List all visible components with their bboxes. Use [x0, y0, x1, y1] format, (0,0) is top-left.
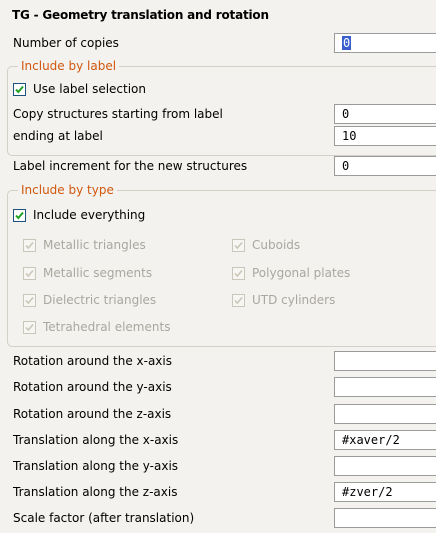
card-title: TG - Geometry translation and rotation: [12, 8, 269, 22]
checkmark-icon: [23, 238, 36, 252]
use-label-selection-checkbox[interactable]: Use label selection: [13, 82, 146, 96]
checkmark-icon: [13, 208, 26, 222]
number-of-copies-input[interactable]: 0: [334, 33, 436, 53]
checkmark-icon: [23, 320, 36, 334]
rotation-y-input[interactable]: [334, 377, 436, 397]
label-increment-input[interactable]: 0: [334, 156, 436, 176]
rotation-z-label: Rotation around the z-axis: [13, 407, 172, 421]
checkmark-icon: [232, 238, 245, 252]
include-everything-label: Include everything: [33, 208, 146, 222]
utd-cylinders-checkbox[interactable]: UTD cylinders: [232, 293, 335, 307]
rotation-z-input[interactable]: [334, 404, 436, 424]
metallic-segments-label: Metallic segments: [43, 266, 153, 280]
include-everything-checkbox[interactable]: Include everything: [13, 208, 145, 222]
translation-x-input[interactable]: #xaver/2: [334, 430, 436, 450]
polygonal-plates-checkbox[interactable]: Polygonal plates: [232, 266, 350, 280]
rotation-x-label: Rotation around the x-axis: [13, 354, 172, 368]
translation-y-input[interactable]: [334, 456, 436, 476]
label-increment-label: Label increment for the new structures: [13, 159, 248, 173]
checkmark-icon: [13, 82, 26, 96]
scale-factor-label: Scale factor (after translation): [13, 511, 195, 525]
dielectric-triangles-checkbox[interactable]: Dielectric triangles: [23, 293, 156, 307]
checkmark-icon: [23, 293, 36, 307]
copy-start-input[interactable]: 0: [334, 104, 436, 124]
include-by-type-title: Include by type: [18, 183, 117, 197]
ending-at-input[interactable]: 10: [334, 126, 436, 146]
include-by-label-title: Include by label: [18, 59, 120, 73]
use-label-selection-label: Use label selection: [33, 82, 147, 96]
polygonal-plates-label: Polygonal plates: [252, 266, 351, 280]
checkmark-icon: [232, 293, 245, 307]
cuboids-label: Cuboids: [252, 238, 301, 252]
copy-start-label: Copy structures starting from label: [13, 107, 223, 121]
scale-factor-input[interactable]: [334, 508, 436, 528]
rotation-y-label: Rotation around the y-axis: [13, 380, 172, 394]
tetrahedral-elements-label: Tetrahedral elements: [43, 320, 171, 334]
cuboids-checkbox[interactable]: Cuboids: [232, 238, 300, 252]
rotation-x-input[interactable]: [334, 351, 436, 371]
metallic-triangles-checkbox[interactable]: Metallic triangles: [23, 238, 146, 252]
metallic-triangles-label: Metallic triangles: [43, 238, 146, 252]
number-of-copies-value: 0: [342, 36, 352, 50]
tetrahedral-elements-checkbox[interactable]: Tetrahedral elements: [23, 320, 170, 334]
translation-z-input[interactable]: #zver/2: [334, 482, 436, 502]
translation-x-label: Translation along the x-axis: [13, 433, 179, 447]
ending-at-label: ending at label: [13, 129, 103, 143]
utd-cylinders-label: UTD cylinders: [252, 293, 336, 307]
checkmark-icon: [232, 266, 245, 280]
tg-card-panel: TG - Geometry translation and rotation N…: [0, 0, 436, 533]
metallic-segments-checkbox[interactable]: Metallic segments: [23, 266, 152, 280]
number-of-copies-label: Number of copies: [13, 36, 119, 50]
translation-z-label: Translation along the z-axis: [13, 485, 178, 499]
translation-y-label: Translation along the y-axis: [13, 459, 179, 473]
checkmark-icon: [23, 266, 36, 280]
dielectric-triangles-label: Dielectric triangles: [43, 293, 157, 307]
